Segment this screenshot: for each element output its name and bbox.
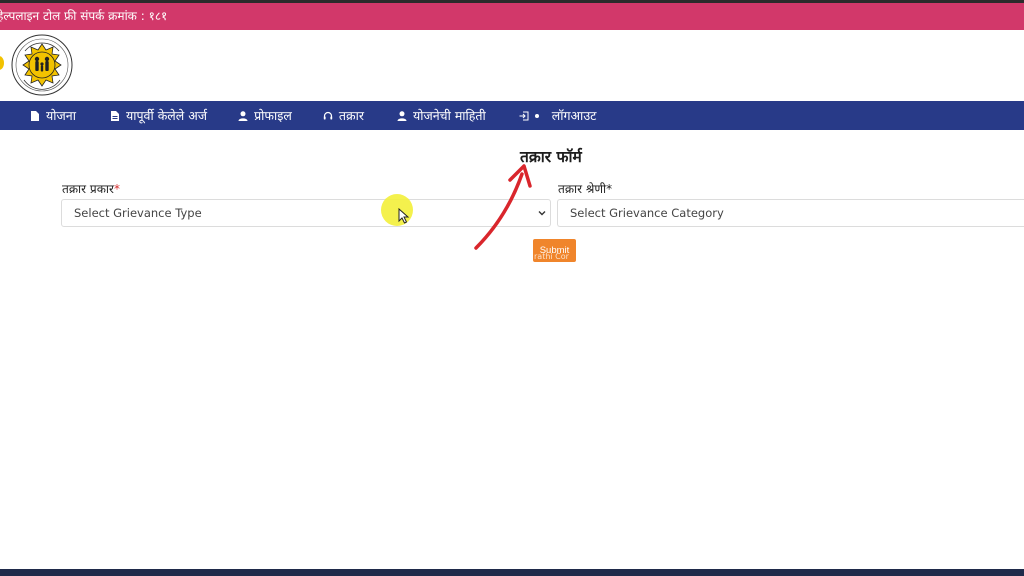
site-header [0, 30, 1024, 101]
emblem-logo[interactable] [11, 34, 73, 96]
grievance-type-label: तक्रार प्रकार* [62, 180, 120, 197]
nav-label: प्रोफाइल [254, 108, 292, 123]
nav-label: तक्रार [338, 108, 364, 123]
required-mark: * [113, 182, 120, 196]
nav-item-previous-applications[interactable]: यापूर्वी केलेले अर्ज [110, 107, 207, 124]
main-navbar: योजना यापूर्वी केलेले अर्ज प्रोफाइल तक्र… [0, 101, 1024, 130]
annotation-arrow [474, 164, 532, 250]
mouse-cursor-icon [398, 208, 410, 224]
helpline-text: हेल्पलाइन टोल फ्री संपर्क क्रमांक : १८१ [0, 9, 168, 23]
logout-dot-icon [534, 113, 539, 118]
grievance-type-label-text: तक्रार प्रकार [62, 182, 114, 196]
file-icon [110, 110, 120, 122]
partial-logo-edge [0, 56, 4, 70]
nav-label: योजना [46, 108, 76, 123]
grievance-category-label-text: तक्रार श्रेणी [558, 182, 607, 196]
nav-label: लॉगआउट [551, 108, 597, 123]
headset-icon [323, 110, 333, 122]
logout-icon [519, 110, 529, 122]
user-icon [238, 110, 248, 122]
nav-label: यापूर्वी केलेले अर्ज [125, 108, 208, 123]
grievance-category-select[interactable]: Select Grievance Category [557, 199, 1024, 227]
window-bottom-edge [0, 569, 1024, 576]
nav-item-profile[interactable]: प्रोफाइल [238, 107, 292, 124]
nav-label: योजनेची माहिती [412, 108, 486, 123]
helpline-bar: हेल्पलाइन टोल फ्री संपर्क क्रमांक : १८१ [0, 3, 1024, 30]
grievance-type-placeholder: Select Grievance Type [74, 206, 202, 220]
video-watermark: rathi Cor [534, 252, 569, 261]
document-icon [30, 110, 40, 122]
nav-item-grievance[interactable]: तक्रार [323, 107, 364, 124]
grievance-category-placeholder: Select Grievance Category [570, 206, 724, 220]
nav-item-scheme-info[interactable]: योजनेची माहिती [397, 107, 486, 124]
nav-item-yojana[interactable]: योजना [30, 107, 76, 124]
user-icon [397, 110, 407, 122]
required-mark: * [606, 182, 613, 196]
grievance-category-label: तक्रार श्रेणी* [558, 180, 612, 197]
nav-item-logout[interactable]: लॉगआउट [519, 107, 597, 124]
